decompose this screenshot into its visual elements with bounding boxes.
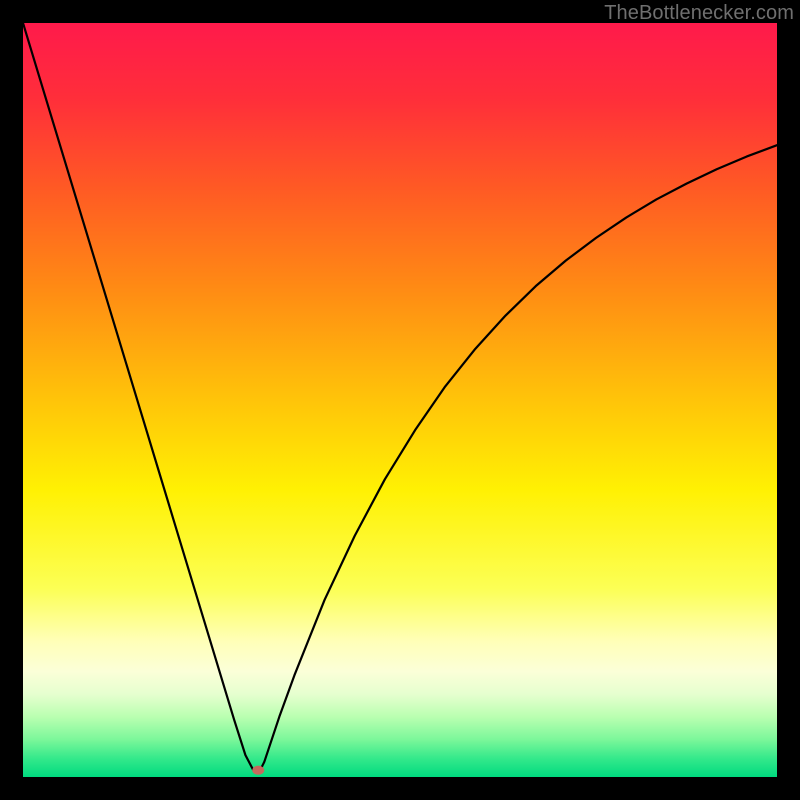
chart-svg: [23, 23, 777, 777]
plot-area: [23, 23, 777, 777]
optimal-point-marker: [252, 766, 264, 775]
chart-frame: TheBottlenecker.com: [0, 0, 800, 800]
watermark-text: TheBottlenecker.com: [604, 2, 794, 25]
